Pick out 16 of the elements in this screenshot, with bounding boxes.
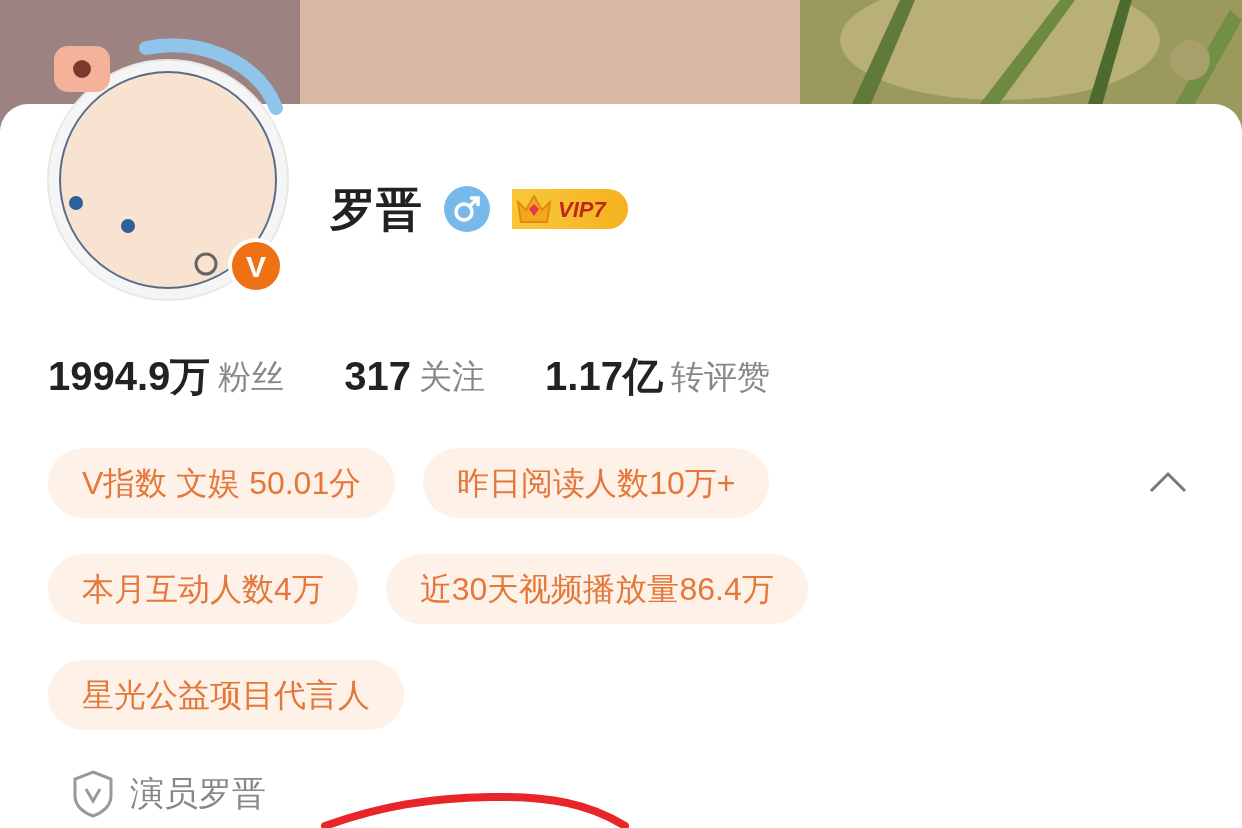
stat-label: 关注 xyxy=(419,359,486,393)
stat-value: 317 xyxy=(344,356,412,396)
stat-value: 1994.9万 xyxy=(48,356,211,396)
user-name: 罗晋 xyxy=(330,181,422,237)
info-tag[interactable]: 星光公益项目代言人 xyxy=(48,660,404,730)
stat-label: 转评赞 xyxy=(670,359,770,393)
vip-badge: VIP7 xyxy=(512,189,628,229)
certification-text: 演员罗晋 xyxy=(130,773,266,814)
info-tag[interactable]: 近30天视频播放量86.4万 xyxy=(385,554,808,624)
shield-icon xyxy=(72,769,114,818)
info-tag[interactable]: 本月互动人数4万 xyxy=(48,554,358,624)
info-tag[interactable]: 昨日阅读人数10万+ xyxy=(423,448,770,518)
stat-label: 粉丝 xyxy=(218,359,285,393)
stat-value: 1.17亿 xyxy=(545,356,663,396)
info-tag[interactable]: V指数 文娱 50.01分 xyxy=(48,448,396,518)
crown-icon xyxy=(516,192,552,226)
